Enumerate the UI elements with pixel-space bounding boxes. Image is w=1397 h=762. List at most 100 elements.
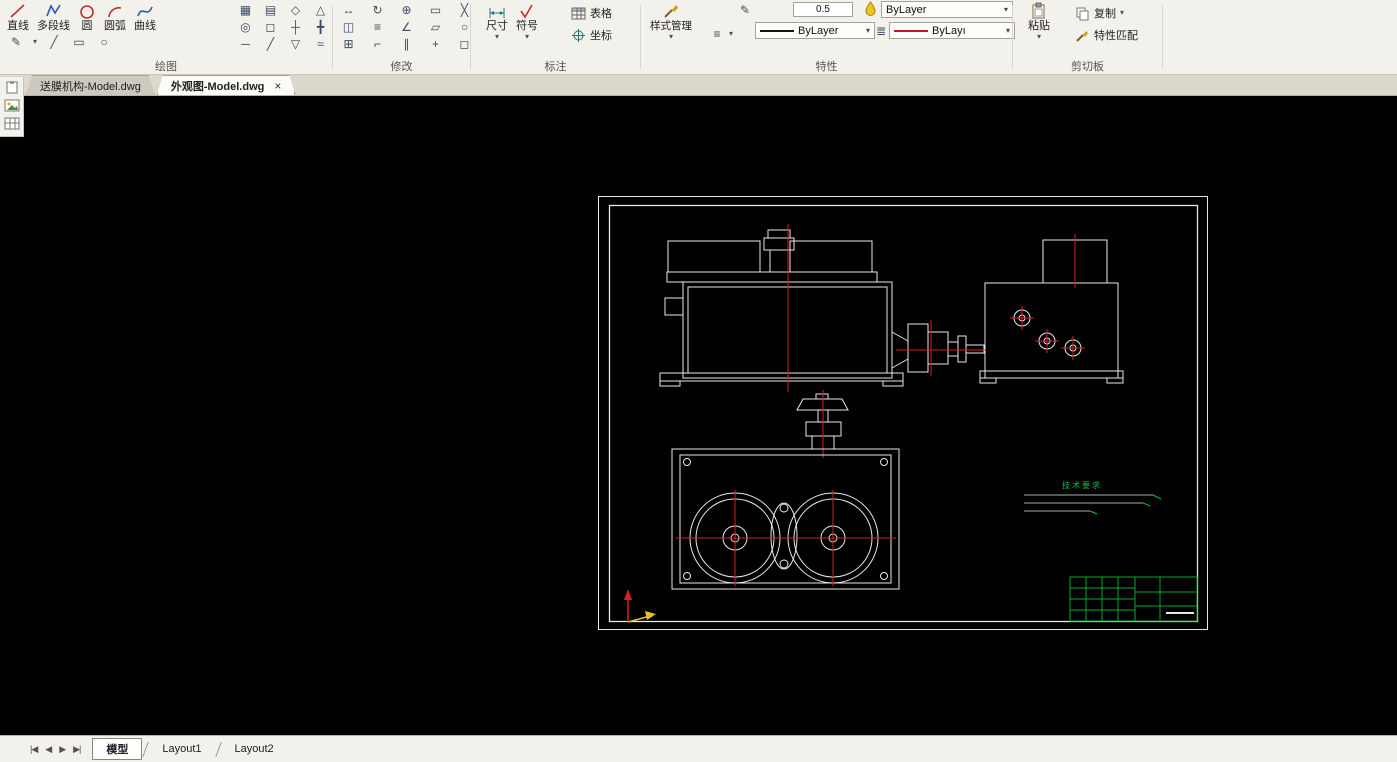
style-manager-icon — [662, 2, 680, 20]
color-select[interactable]: ByLayer ▾ — [881, 1, 1013, 18]
doc-tab-songmo[interactable]: 送膜机构-Model.dwg — [26, 75, 155, 95]
doc-tab-waiguantu-label: 外观图-Model.dwg — [170, 80, 265, 93]
close-tab-icon[interactable]: × — [274, 79, 281, 93]
match-properties-icon — [1075, 28, 1090, 43]
donut-tool-icon[interactable]: ◎ — [236, 19, 255, 35]
copy-dropdown-arrow: ▾ — [1120, 8, 1125, 17]
divide-tool-icon[interactable]: ┼ — [286, 19, 305, 35]
tech-requirements-ticks — [1089, 494, 1162, 515]
symbol-dropdown-arrow[interactable]: ▾ — [525, 33, 529, 41]
grid-tool-icon[interactable]: ╋ — [311, 19, 330, 35]
circle-tool-button[interactable]: 圆 — [75, 1, 99, 34]
join-tool-icon[interactable]: + — [426, 36, 445, 52]
prev-layout-button[interactable]: ◀ — [41, 742, 55, 757]
dimension-tool-button[interactable]: 尺寸 ▾ — [483, 1, 511, 42]
table-tool-button[interactable]: 表格 — [571, 5, 612, 21]
paste-row: 粘贴 ▾ — [1025, 1, 1053, 42]
palette-grid-icon[interactable] — [3, 116, 21, 131]
tab-model[interactable]: 模型 — [92, 738, 143, 760]
ribbon-panel-modify: ↔ ↻ ⊕ ▭ ╳ ◫ ≡ ∠ ▱ ○ ⊞ ⌐ ∥ + ◻ 修改 — [333, 0, 470, 75]
ribbon-panel-properties: 样式管理 ▾ ≡ ▾ ✎ 0.5 ByLayer ▾ ByLayer ▾ ≣ B… — [641, 0, 1015, 75]
break-tool-icon[interactable]: ⌐ — [368, 36, 387, 52]
ribbon: 直线 多段线 圆 圆弧 曲线 ✎ ▾ ╱ ▭ ○ ▦ ▤ ◇ △ ◎ ◻ ┼ ╋… — [0, 0, 1397, 75]
hatch-tool-icon[interactable]: ▦ — [236, 2, 255, 18]
xline-tool-icon[interactable]: ╱ — [261, 36, 280, 52]
lineweight-box[interactable]: 0.5 — [793, 2, 853, 17]
chamfer-tool-icon[interactable]: ∠ — [397, 19, 416, 35]
trim-tool-icon[interactable]: ⊞ — [339, 36, 358, 52]
circle-tool-label: 圆 — [81, 20, 93, 32]
sheet-frame — [598, 196, 1208, 630]
construction-line-icon[interactable]: ╱ — [46, 34, 62, 50]
sketch-pen-icon[interactable]: ✎ — [8, 34, 24, 50]
lineweight-list-icon[interactable]: ≣ — [873, 23, 889, 39]
hamburger-icon: ≡ — [713, 27, 721, 41]
draw-panel-label: 绘图 — [155, 61, 177, 73]
wave-tool-icon[interactable]: ≈ — [311, 36, 330, 52]
copy-button[interactable]: 复制 ▾ — [1075, 5, 1124, 21]
paste-button[interactable]: 粘贴 ▾ — [1025, 1, 1053, 42]
style-manager-dropdown-arrow[interactable]: ▾ — [669, 33, 673, 41]
linetype-select-value: ByLayer — [798, 24, 839, 37]
mirror-tool-icon[interactable]: ◫ — [339, 19, 358, 35]
pen-dropdown-arrow[interactable]: ▾ — [33, 38, 37, 46]
tech-requirements-text: 技术要求 — [1062, 480, 1102, 490]
coordinate-tool-label: 坐标 — [590, 30, 612, 42]
wedge-tool-icon[interactable]: ▽ — [286, 36, 305, 52]
linetype-select[interactable]: ByLayer ▾ — [755, 22, 875, 39]
status-bar: |◀ ◀ ▶ ▶| 模型 Layout1 Layout2 — [0, 735, 1397, 762]
layout-tabs: 模型 Layout1 Layout2 — [92, 738, 287, 760]
array-tool-icon[interactable]: ≡ — [368, 19, 387, 35]
triangle-tool-icon[interactable]: △ — [311, 2, 330, 18]
coupling-centerlines — [896, 320, 986, 376]
rotate-tool-icon[interactable]: ↻ — [368, 2, 387, 18]
tab-layout2[interactable]: Layout2 — [222, 741, 287, 757]
color-droplet-icon — [863, 1, 878, 16]
polygon-tool-icon[interactable]: ◇ — [286, 2, 305, 18]
circle-icon — [78, 2, 96, 20]
style-manager-row: 样式管理 ▾ — [647, 1, 695, 42]
ray-tool-icon[interactable]: ─ — [236, 36, 255, 52]
scale-tool-icon[interactable]: ▱ — [426, 19, 445, 35]
move-tool-icon[interactable]: ↔ — [339, 2, 358, 18]
color-select-value: ByLayer — [886, 3, 927, 16]
paste-dropdown-arrow[interactable]: ▾ — [1037, 33, 1041, 41]
layer-list-button[interactable]: ≡ ▾ — [709, 26, 733, 42]
draw-tools-row: 直线 多段线 圆 圆弧 曲线 — [4, 1, 159, 34]
block-tool-icon[interactable]: ◻ — [261, 19, 280, 35]
palette-image-icon[interactable] — [3, 98, 21, 113]
clipboard-panel-label: 剪切板 — [1071, 61, 1104, 73]
point-tool-icon[interactable]: ○ — [96, 34, 112, 50]
ribbon-panel-clipboard: 粘贴 ▾ 复制 ▾ 特性匹配 剪切板 — [1013, 0, 1162, 75]
coordinate-tool-button[interactable]: 坐标 — [571, 27, 612, 43]
doc-tab-waiguantu[interactable]: 外观图-Model.dwg × — [157, 75, 296, 95]
next-layout-button[interactable]: ▶ — [55, 742, 69, 757]
tab-layout1[interactable]: Layout1 — [149, 741, 214, 757]
drawing-canvas[interactable]: 技术要求 — [0, 96, 1397, 735]
modify-panel-label: 修改 — [390, 61, 413, 73]
stretch-tool-icon[interactable]: ▭ — [426, 2, 445, 18]
dimension-dropdown-arrow[interactable]: ▾ — [495, 33, 499, 41]
arc-tool-button[interactable]: 圆弧 — [101, 1, 129, 34]
match-properties-button[interactable]: 特性匹配 — [1075, 27, 1138, 43]
spline-tool-button[interactable]: 曲线 — [131, 1, 159, 34]
style-manager-button[interactable]: 样式管理 ▾ — [647, 1, 695, 42]
palette-clipboard-icon[interactable] — [3, 80, 21, 95]
linecolor-select[interactable]: ByLayı ▾ — [889, 22, 1015, 39]
lineweight-pen-icon[interactable]: ✎ — [737, 2, 753, 18]
last-layout-button[interactable]: ▶| — [69, 742, 84, 757]
extend-tool-icon[interactable]: ∥ — [397, 36, 416, 52]
offset-tool-icon[interactable]: ⊕ — [397, 2, 416, 18]
tab-separator — [214, 741, 222, 757]
polyline-tool-button[interactable]: 多段线 — [34, 1, 73, 34]
symbol-tool-button[interactable]: 符号 ▾ — [513, 1, 541, 42]
first-layout-button[interactable]: |◀ — [26, 742, 41, 757]
ucs-icon — [624, 589, 656, 623]
region-tool-icon[interactable]: ▤ — [261, 2, 280, 18]
linetype-sample — [760, 29, 794, 32]
line-tool-button[interactable]: 直线 — [4, 1, 32, 34]
rectangle-tool-icon[interactable]: ▭ — [71, 34, 87, 50]
match-properties-label: 特性匹配 — [1094, 30, 1138, 42]
draw-small-tools-row: ✎ ▾ ╱ ▭ ○ — [8, 34, 112, 50]
linecolor-select-value: ByLayı — [932, 24, 966, 37]
